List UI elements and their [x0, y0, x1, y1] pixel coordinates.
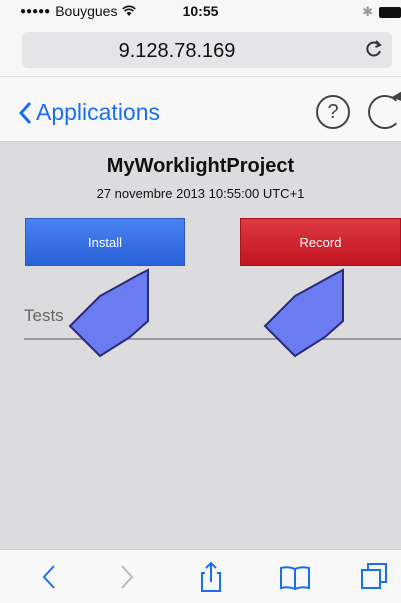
tests-divider	[24, 338, 401, 340]
tests-label: Tests	[24, 306, 64, 325]
annotation-arrow-record-icon	[263, 268, 344, 358]
help-icon[interactable]: ?	[316, 95, 350, 129]
annotation-arrow-install-icon	[68, 268, 149, 358]
annotation-arrows	[68, 268, 344, 358]
back-button[interactable]: Applications	[18, 99, 160, 126]
bluetooth-icon: ✱	[362, 4, 373, 19]
forward-icon[interactable]	[110, 560, 144, 594]
back-label: Applications	[36, 99, 161, 125]
address-area: 9.128.78.169	[0, 22, 401, 76]
bookmarks-icon[interactable]	[278, 560, 312, 594]
battery-icon	[379, 6, 401, 18]
project-date: 27 novembre 2013 10:55:00 UTC+1	[96, 186, 305, 201]
url-text[interactable]: 9.128.78.169	[22, 40, 332, 63]
back-icon[interactable]	[34, 560, 68, 594]
record-button[interactable]: Record	[240, 218, 401, 266]
browser-toolbar	[0, 549, 401, 603]
chevron-left-icon	[18, 101, 32, 124]
status-bar: ●●●●● Bouygues 10:55 ✱	[0, 0, 401, 22]
status-right: ✱	[362, 4, 401, 20]
url-field[interactable]: 9.128.78.169	[22, 32, 392, 68]
reload-icon[interactable]	[364, 38, 384, 60]
share-icon[interactable]	[194, 560, 228, 594]
status-time: 10:55	[182, 3, 219, 19]
project-title: MyWorklightProject	[106, 155, 295, 177]
tabs-icon[interactable]	[358, 560, 392, 594]
main-content: MyWorklightProject 27 novembre 2013 10:5…	[0, 142, 401, 549]
nav-bar: Applications ?	[0, 76, 401, 142]
install-button[interactable]: Install	[25, 218, 185, 266]
